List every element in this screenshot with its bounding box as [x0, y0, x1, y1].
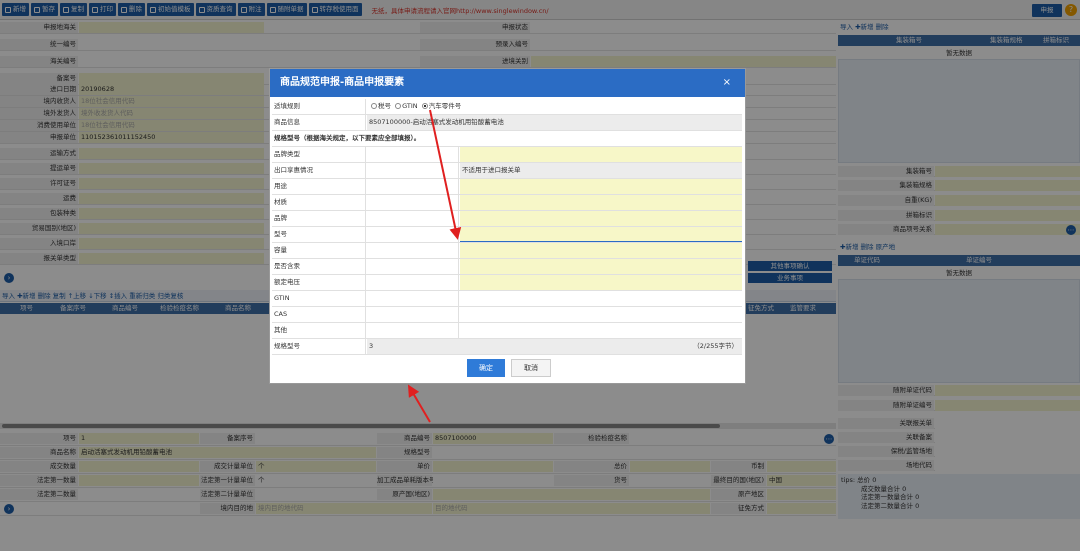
field-label: 容量	[272, 243, 366, 258]
element-row: 品牌	[272, 211, 742, 227]
capacity-spacer	[367, 243, 459, 258]
element-row: 是否含汞	[272, 259, 742, 275]
rule-row: 适填规则 税号 GTIN 汽车零件号	[272, 99, 742, 115]
usage-input[interactable]	[460, 179, 742, 194]
voltage-input[interactable]	[460, 275, 742, 290]
field-label: 出口享惠情况	[272, 163, 366, 178]
confirm-button[interactable]: 确定	[467, 359, 505, 377]
spec-model-output: 3 （2/255字节）	[367, 339, 742, 354]
field-label: CAS	[272, 307, 366, 322]
field-label: 材质	[272, 195, 366, 210]
other-spacer	[367, 323, 459, 338]
cas-spacer	[367, 307, 459, 322]
section-header: 规格型号（根据海关规定，以下要素应全部填报）。	[272, 131, 742, 147]
byte-counter: （2/255字节）	[693, 342, 738, 350]
brand-input[interactable]	[460, 211, 742, 226]
element-row: CAS	[272, 307, 742, 323]
element-row: 容量	[272, 243, 742, 259]
export-value: 不适用于进口报关单	[460, 163, 742, 178]
radio-gtin[interactable]	[395, 103, 402, 109]
field-label: GTIN	[272, 291, 366, 306]
element-row: 材质	[272, 195, 742, 211]
goods-info-value: 8507100000-启动活塞式发动机用铅酸蓄电池	[367, 115, 742, 130]
brand-spacer	[367, 211, 459, 226]
field-label: 规格型号	[272, 339, 366, 354]
usage-spacer	[367, 179, 459, 194]
model-input[interactable]	[460, 227, 742, 242]
other-input[interactable]	[460, 323, 742, 338]
radio-tax-no[interactable]	[371, 103, 377, 109]
element-row: 其他	[272, 323, 742, 339]
radio-auto-parts-no[interactable]	[421, 103, 428, 109]
voltage-spacer	[367, 275, 459, 290]
cancel-button[interactable]: 取消	[511, 359, 551, 377]
element-row: 型号	[272, 227, 742, 243]
mercury-input[interactable]	[460, 259, 742, 274]
field-label: 品牌类型	[272, 147, 366, 162]
field-label: 额定电压	[272, 275, 366, 290]
capacity-input[interactable]	[460, 243, 742, 258]
export-spacer	[367, 163, 459, 178]
field-label: 是否含汞	[272, 259, 366, 274]
element-row: 用途	[272, 179, 742, 195]
spec-row: 规格型号 3 （2/255字节）	[272, 339, 742, 355]
mercury-spacer	[367, 259, 459, 274]
field-label: 品牌	[272, 211, 366, 226]
element-row: GTIN	[272, 291, 742, 307]
gtin-input[interactable]	[460, 291, 742, 306]
material-input[interactable]	[460, 195, 742, 210]
rule-radio-group: 税号 GTIN 汽车零件号	[367, 99, 742, 114]
field-label: 适填规则	[272, 99, 366, 114]
declare-elements-dialog: 商品规范申报-商品申报要素 × 适填规则 税号 GTIN 汽车零件号 商品信息 …	[269, 68, 746, 384]
material-spacer	[367, 195, 459, 210]
goods-info-row: 商品信息 8507100000-启动活塞式发动机用铅酸蓄电池	[272, 115, 742, 131]
element-row: 品牌类型	[272, 147, 742, 163]
field-label: 商品信息	[272, 115, 366, 130]
gtin-spacer	[367, 291, 459, 306]
cas-input[interactable]	[460, 307, 742, 322]
brand-type-spacer	[367, 147, 459, 162]
brand-type-input[interactable]	[460, 147, 742, 162]
field-label: 型号	[272, 227, 366, 242]
field-label: 用途	[272, 179, 366, 194]
dialog-title: 商品规范申报-商品申报要素 ×	[270, 69, 745, 97]
close-icon[interactable]: ×	[723, 69, 731, 97]
field-label: 其他	[272, 323, 366, 338]
model-spacer	[367, 227, 459, 242]
element-row: 额定电压	[272, 275, 742, 291]
element-row: 出口享惠情况 不适用于进口报关单	[272, 163, 742, 179]
